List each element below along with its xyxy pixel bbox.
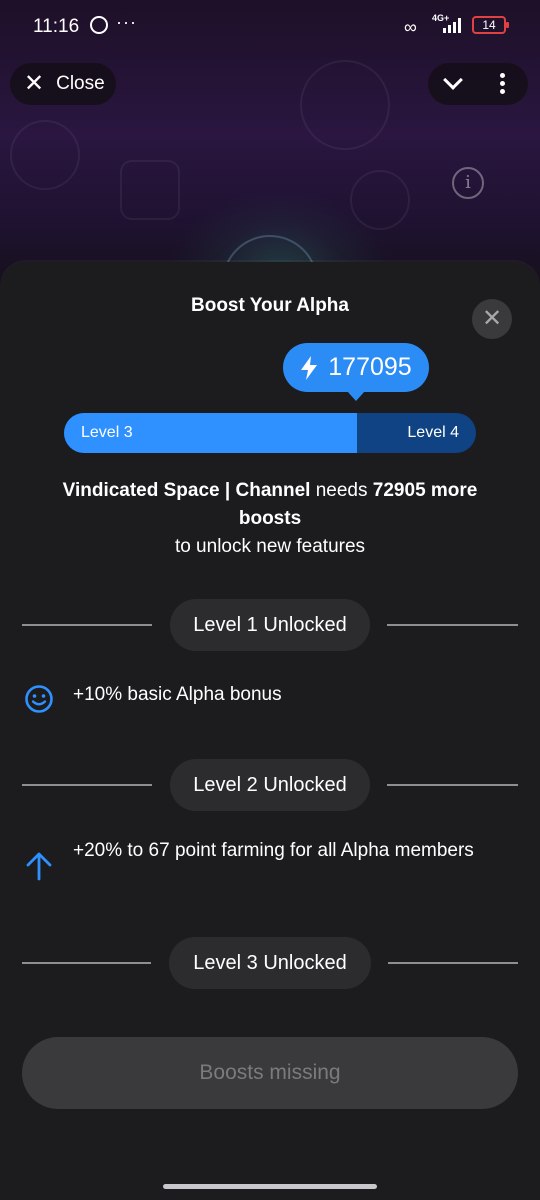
home-indicator[interactable] xyxy=(163,1184,377,1189)
level-chip: Level 1 Unlocked xyxy=(170,599,370,651)
level-chip: Level 2 Unlocked xyxy=(170,759,370,811)
current-level-label: Level 3 xyxy=(81,424,133,441)
more-vertical-icon[interactable] xyxy=(500,73,506,95)
boost-sheet: Boost Your Alpha ✕ 177095 Level 3 Level … xyxy=(0,262,540,1200)
level-divider: Level 1 Unlocked xyxy=(22,599,518,651)
divider-line xyxy=(387,624,518,626)
divider-line xyxy=(22,624,152,626)
close-label: Close xyxy=(56,73,105,94)
divider-line xyxy=(22,962,151,964)
level-divider: Level 2 Unlocked xyxy=(22,759,518,811)
lightning-icon xyxy=(301,355,318,380)
next-level-label: Level 4 xyxy=(407,424,459,441)
divider-line xyxy=(387,784,518,786)
boosts-needed-text: Vindicated Space | Channel needs 72905 m… xyxy=(30,477,510,561)
whatsapp-icon xyxy=(90,16,108,34)
boost-count: 177095 xyxy=(328,353,412,381)
signal-icon xyxy=(443,17,465,33)
level-chip: Level 3 Unlocked xyxy=(169,937,371,989)
sheet-close-button[interactable]: ✕ xyxy=(472,299,512,339)
boost-count-badge: 177095 xyxy=(283,343,429,401)
close-icon: ✕ xyxy=(481,305,503,332)
header-menu xyxy=(428,63,528,105)
close-icon: ✕ xyxy=(24,70,45,97)
perk-text: +20% to 67 point farming for all Alpha m… xyxy=(73,840,474,861)
unlock-tail: to unlock new features xyxy=(174,536,366,557)
perk-text: +10% basic Alpha bonus xyxy=(73,684,282,705)
level-divider: Level 3 Unlocked xyxy=(22,937,518,989)
smile-icon xyxy=(25,685,53,713)
more-notifications-icon: ··· xyxy=(116,12,137,32)
level-progress-bar: Level 3 Level 4 xyxy=(64,413,476,453)
divider-line xyxy=(22,784,152,786)
hotspot-icon: ∞ xyxy=(404,17,417,37)
background-doodle xyxy=(300,60,390,150)
status-time: 11:16 xyxy=(33,16,80,37)
arrow-up-icon xyxy=(26,852,52,881)
channel-name: Vindicated Space | Channel xyxy=(62,480,311,501)
dice-doodle xyxy=(120,160,180,220)
battery-icon: 14 xyxy=(472,16,509,34)
divider-line xyxy=(388,962,518,964)
chevron-down-icon[interactable] xyxy=(443,70,463,90)
background-doodle xyxy=(10,120,80,190)
boosts-missing-button[interactable]: Boosts missing xyxy=(22,1037,518,1109)
needs-word: needs xyxy=(315,480,368,501)
sheet-title: Boost Your Alpha xyxy=(191,295,349,316)
info-icon[interactable]: i xyxy=(452,167,484,199)
close-button[interactable]: ✕ Close xyxy=(10,63,116,105)
status-bar: 11:16 ··· ∞ 4G+ 14 xyxy=(0,0,540,52)
